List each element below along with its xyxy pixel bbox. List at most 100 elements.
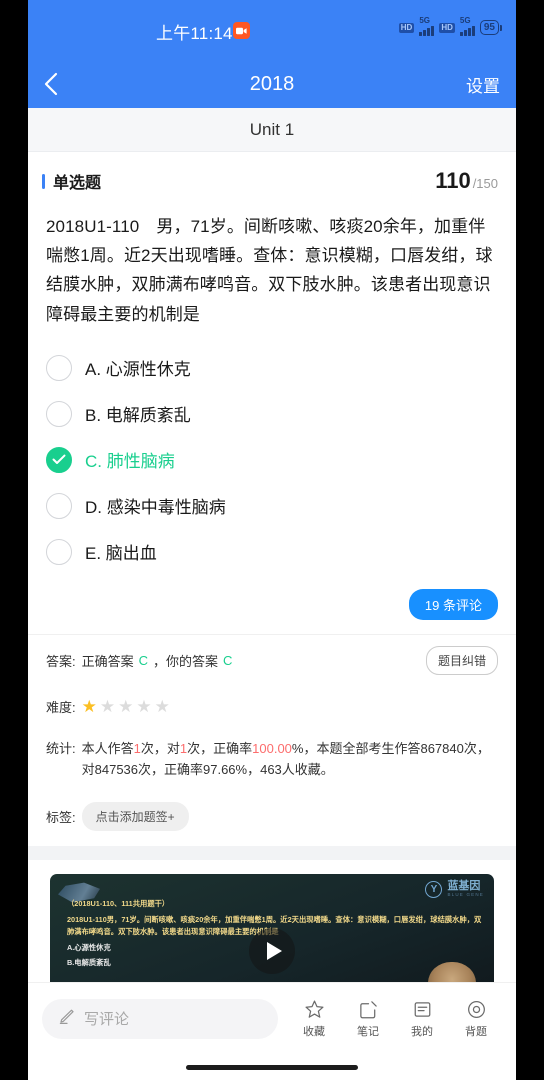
brand-logo: Y 蓝基因 BLUE GENE <box>425 881 484 899</box>
comment-placeholder: 写评论 <box>84 1011 130 1028</box>
status-time: 上午11:14 <box>156 24 233 43</box>
question-current: 110 <box>435 168 471 193</box>
nav-bar: 2018 设置 <box>28 60 516 108</box>
question-type-label: 单选题 <box>53 175 102 192</box>
star-4: ★ <box>136 696 152 716</box>
recite-label: 背题 <box>465 1026 487 1038</box>
stat-self-count: 1 <box>133 740 141 756</box>
battery-indicator: 95 <box>479 20 502 35</box>
option-d-label: D. 感染中毒性脑病 <box>85 498 226 518</box>
logo-mark-icon: Y <box>425 881 443 899</box>
comment-input[interactable]: 写评论 <box>42 998 278 1039</box>
home-indicator[interactable] <box>186 1064 358 1070</box>
difficulty-label: 难度: <box>46 699 76 715</box>
star-1: ★ <box>81 696 97 716</box>
signal-bars-sim1: 5G <box>419 16 435 36</box>
chevron-left-icon[interactable] <box>44 69 74 99</box>
difficulty-stars: ★ ★ ★ ★ ★ <box>82 698 170 715</box>
tags-label: 标签: <box>46 810 76 826</box>
network-label-sim1: 5G <box>419 16 430 25</box>
question-meta: 答案: 正确答案 C ，你的答案 C 题目纠错 难度: ★ ★ ★ ★ ★ 统计… <box>28 633 516 846</box>
options-list: A. 心源性休克 B. 电解质紊乱 C. 肺性脑病 D. 感染中毒性脑病 E. … <box>28 329 516 581</box>
answer-label: 答案: <box>46 653 76 669</box>
unit-header[interactable]: Unit 1 <box>28 108 516 152</box>
option-e-label: E. 脑出血 <box>85 544 157 564</box>
stat-self-suffix: %，本题全部考生作答 <box>291 740 421 756</box>
comments-badge[interactable]: 19 条评论 <box>408 588 498 620</box>
note-edit-icon <box>358 998 379 1020</box>
favorite-button[interactable]: 收藏 <box>288 998 340 1039</box>
question-counter: 110 /150 <box>435 168 498 194</box>
notes-button[interactable]: 笔记 <box>342 998 394 1039</box>
hd-badge-sim2: HD <box>439 22 455 33</box>
tool-buttons: 收藏 笔记 我的 背题 <box>288 998 502 1039</box>
bottom-action-bar: 写评论 收藏 笔记 我的 背题 <box>28 982 516 1054</box>
option-d[interactable]: D. 感染中毒性脑病 <box>46 483 498 529</box>
play-triangle <box>266 941 282 960</box>
question-type: 单选题 <box>42 169 101 193</box>
radio-d[interactable] <box>46 492 72 519</box>
stat-self-mid2: 次，正确率 <box>187 740 253 756</box>
report-error-button[interactable]: 题目纠错 <box>425 645 498 675</box>
star-2: ★ <box>99 696 116 716</box>
add-tag-button[interactable]: 点击添加题签+ <box>81 802 189 832</box>
home-indicator-bar <box>28 1054 516 1080</box>
eye-icon <box>466 998 487 1020</box>
video-thumbnail[interactable]: Y 蓝基因 BLUE GENE （2018U1-110、111共用题干） 201… <box>50 874 494 982</box>
statistics-row: 统计: 本人作答1次，对1次，正确率100.00%，本题全部考生作答867840… <box>46 727 498 791</box>
list-box-icon <box>412 998 433 1020</box>
option-b-label: B. 电解质紊乱 <box>85 406 191 426</box>
mine-button[interactable]: 我的 <box>396 998 448 1039</box>
radio-b[interactable] <box>46 400 72 427</box>
answer-row: 答案: 正确答案 C ，你的答案 C 题目纠错 <box>46 635 498 686</box>
battery-level: 95 <box>479 20 499 35</box>
logo-text: 蓝基因 BLUE GENE <box>447 881 484 898</box>
question-text: 2018U1-110 男，71岁。间断咳嗽、咳痰20余年，加重伴喘憋1周。近2天… <box>46 217 493 324</box>
option-b[interactable]: B. 电解质紊乱 <box>46 391 498 437</box>
question-header: 单选题 110 /150 <box>28 152 516 206</box>
content-scroll[interactable]: 单选题 110 /150 2018U1-110 男，71岁。间断咳嗽、咳痰20余… <box>28 152 516 982</box>
recite-button[interactable]: 背题 <box>450 998 502 1039</box>
settings-button[interactable]: 设置 <box>466 72 500 97</box>
tags-row: 标签: 点击添加题签+ <box>46 791 498 842</box>
notes-label: 笔记 <box>357 1026 379 1038</box>
option-c-label: C. 肺性脑病 <box>85 452 175 472</box>
video-camera-icon <box>233 22 250 39</box>
star-5: ★ <box>154 696 170 716</box>
video-section: Y 蓝基因 BLUE GENE （2018U1-110、111共用题干） 201… <box>28 860 516 982</box>
section-divider <box>28 846 516 861</box>
signal-bars-sim2: 5G <box>459 17 475 36</box>
statistics-label: 统计: <box>46 740 76 756</box>
stat-self-rate: 100.00 <box>252 740 292 756</box>
pencil-icon <box>58 1008 75 1030</box>
difficulty-row: 难度: ★ ★ ★ ★ ★ <box>46 686 498 727</box>
phone-frame: 上午11:14 HD 5G HD 5G 95 2018 设置 Unit 1 单选… <box>0 0 544 1080</box>
your-answer-value: C <box>223 652 233 668</box>
check-icon <box>52 455 66 465</box>
mine-label: 我的 <box>411 1026 433 1038</box>
stat-self-mid: 次，对 <box>140 740 180 756</box>
comments-row: 19 条评论 <box>28 581 516 634</box>
play-icon[interactable] <box>249 927 295 974</box>
option-c[interactable]: C. 肺性脑病 <box>46 437 498 483</box>
radio-a[interactable] <box>46 354 72 381</box>
slide-title: （2018U1-110、111共用题干） <box>67 899 170 909</box>
radio-c-checked[interactable] <box>46 446 72 473</box>
status-indicators: HD 5G HD 5G 95 <box>398 16 502 36</box>
app-screen: 上午11:14 HD 5G HD 5G 95 2018 设置 Unit 1 单选… <box>28 0 516 1080</box>
logo-name-cn: 蓝基因 <box>447 880 481 893</box>
question-total: /150 <box>472 176 498 191</box>
radio-e[interactable] <box>46 538 72 565</box>
option-a-label: A. 心源性休克 <box>85 360 191 380</box>
option-a[interactable]: A. 心源性休克 <box>46 345 498 391</box>
favorite-label: 收藏 <box>303 1026 325 1038</box>
star-icon <box>304 998 325 1020</box>
stat-self-prefix: 本人作答 <box>81 740 134 756</box>
hd-badge-sim1: HD <box>398 22 415 33</box>
star-3: ★ <box>118 696 134 716</box>
status-bar: 上午11:14 HD 5G HD 5G 95 <box>28 0 516 60</box>
question-card: 单选题 110 /150 2018U1-110 男，71岁。间断咳嗽、咳痰20余… <box>28 152 516 847</box>
your-answer-prefix: ，你的答案 <box>153 653 219 669</box>
option-e[interactable]: E. 脑出血 <box>46 529 498 575</box>
accent-bar <box>42 173 45 189</box>
